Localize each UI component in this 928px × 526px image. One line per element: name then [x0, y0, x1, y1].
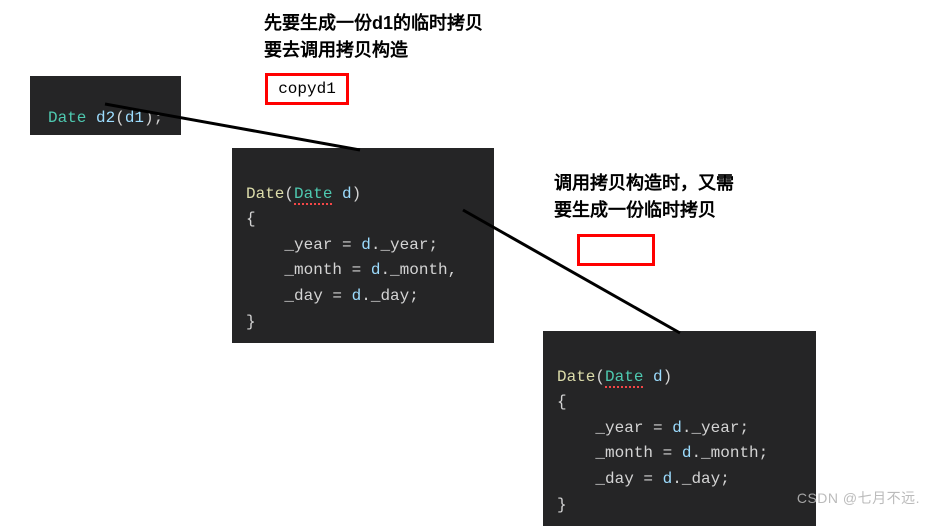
redbox-copyd1-label: copyd1 [278, 80, 336, 98]
code-arg: d1 [125, 109, 144, 127]
code-type: Date [48, 109, 86, 127]
redbox-empty [577, 234, 655, 266]
annotation-mid: 调用拷贝构造时，又需 要生成一份临时拷贝 [554, 170, 734, 224]
redbox-copyd1: copyd1 [265, 73, 349, 105]
annotation-top-line2: 要去调用拷贝构造 [264, 40, 408, 60]
watermark: CSDN @七月不远. [797, 488, 920, 508]
annotation-top: 先要生成一份d1的临时拷贝 要去调用拷贝构造 [264, 10, 483, 64]
code-box-ctor-2: Date(Date d) { _year = d._year; _month =… [543, 331, 816, 526]
code-box-call: Date d2(d1); [30, 76, 181, 135]
annotation-mid-line2: 要生成一份临时拷贝 [554, 200, 716, 220]
code-box-ctor-1: Date(Date d) { _year = d._year; _month =… [232, 148, 494, 343]
code-var: d2 [96, 109, 115, 127]
annotation-top-line1: 先要生成一份d1的临时拷贝 [264, 13, 483, 33]
annotation-mid-line1: 调用拷贝构造时，又需 [554, 173, 734, 193]
